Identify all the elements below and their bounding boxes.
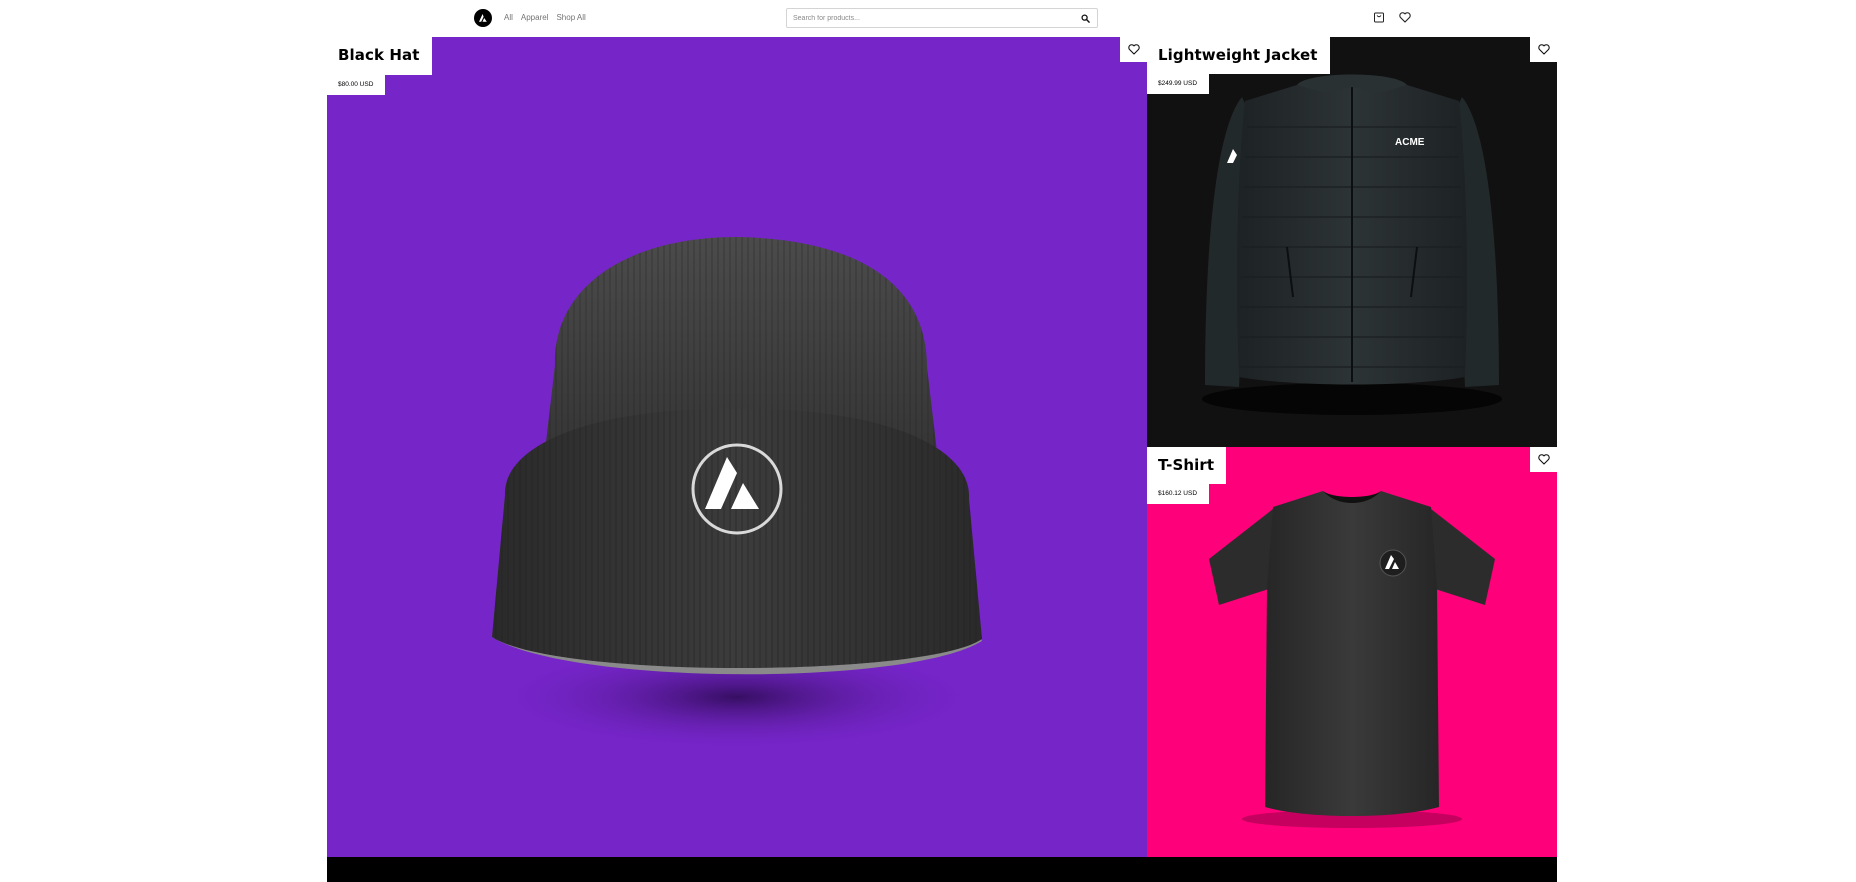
product-price: $160.12 USD — [1147, 484, 1210, 504]
jacket-image: ACME — [1202, 74, 1502, 415]
main-nav: All Apparel Shop All — [504, 12, 586, 24]
cart-icon[interactable] — [1372, 10, 1386, 24]
product-price: $80.00 USD — [327, 75, 386, 95]
heart-icon[interactable] — [1398, 10, 1412, 24]
product-label: Lightweight Jacket $249.99 USD — [1147, 37, 1330, 94]
product-title[interactable]: Black Hat — [327, 37, 432, 75]
jacket-brand-text: ACME — [1395, 137, 1425, 148]
product-price: $249.99 USD — [1147, 74, 1210, 94]
search-box — [786, 8, 1098, 28]
search-input[interactable] — [787, 9, 1067, 27]
product-card-lightweight-jacket[interactable]: ACME Lightweight Jacket $249.99 USD — [1147, 37, 1557, 447]
product-title[interactable]: Lightweight Jacket — [1147, 37, 1330, 74]
nav-link-all[interactable]: All — [504, 12, 513, 24]
product-title[interactable]: T-Shirt — [1147, 447, 1227, 484]
black-hat-image — [487, 237, 987, 752]
search-icon[interactable] — [1079, 12, 1091, 24]
heart-icon[interactable] — [1120, 37, 1147, 62]
product-label: T-Shirt $160.12 USD — [1147, 447, 1227, 504]
t-shirt-image — [1209, 491, 1495, 828]
heart-icon[interactable] — [1530, 447, 1557, 472]
heart-icon[interactable] — [1530, 37, 1557, 62]
next-section-preview — [327, 857, 1557, 882]
product-card-black-hat[interactable]: Black Hat $80.00 USD — [327, 37, 1147, 857]
product-label: Black Hat $80.00 USD — [327, 37, 432, 95]
acme-logo-icon[interactable] — [474, 9, 492, 27]
top-navbar: All Apparel Shop All — [0, 0, 1856, 37]
product-card-t-shirt[interactable]: T-Shirt $160.12 USD — [1147, 447, 1557, 857]
nav-link-shop-all[interactable]: Shop All — [556, 12, 585, 24]
header-actions — [1372, 10, 1412, 24]
nav-link-apparel[interactable]: Apparel — [521, 12, 549, 24]
